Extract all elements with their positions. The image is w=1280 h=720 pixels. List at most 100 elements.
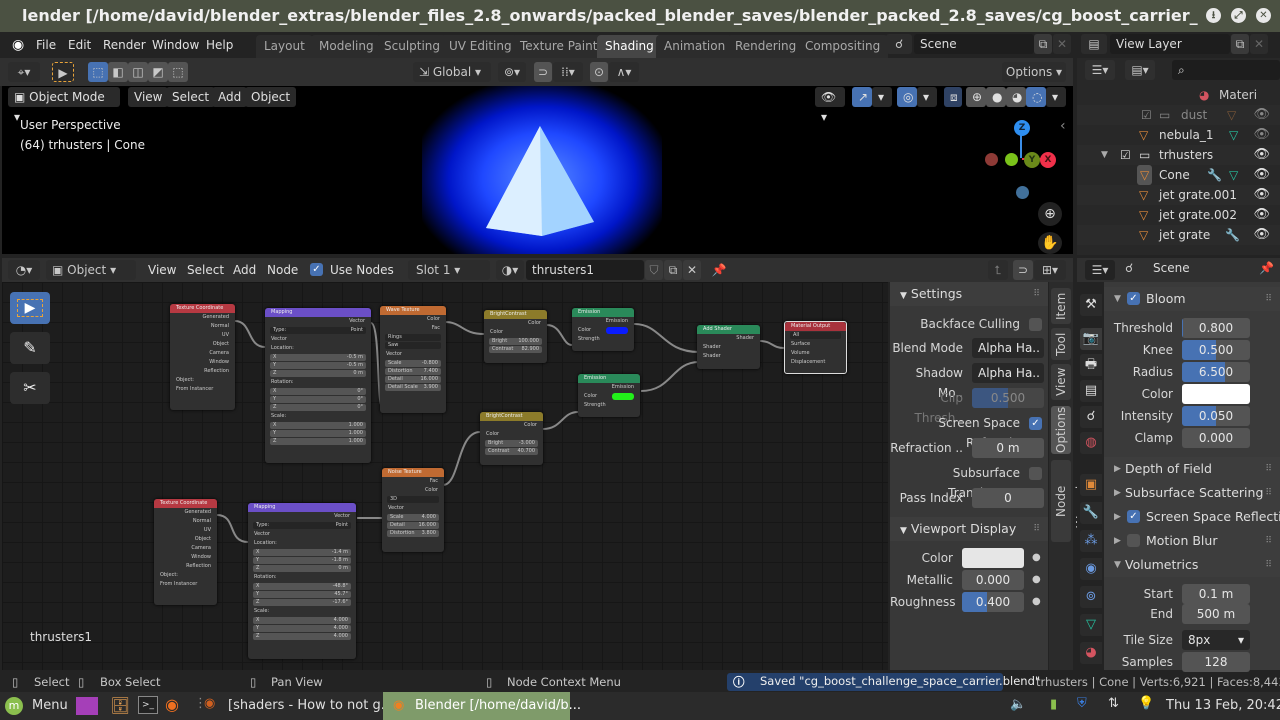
keyframe-dot-icon[interactable]: ● [1032, 570, 1041, 590]
node-texture-coordinate-2[interactable]: Texture Coordinate Generated Normal UV O… [154, 499, 217, 605]
gizmo-neg-x-handle[interactable] [985, 153, 998, 166]
network-icon[interactable]: ⇅ [1108, 696, 1119, 711]
node-dropdown[interactable]: Rings [385, 334, 441, 341]
node-field[interactable]: 4.000 [334, 625, 348, 632]
menu-file[interactable]: File [36, 32, 56, 58]
node-field[interactable]: 16.000 [419, 522, 437, 529]
taskbar-blender-window[interactable]: ◉ Blender [/home/david/b... [383, 692, 581, 720]
node-field[interactable]: -17.6° [333, 599, 348, 606]
material-tab-icon[interactable]: ◕ [1080, 642, 1102, 664]
drag-handle-icon[interactable]: ⠿ [1265, 457, 1272, 481]
drag-handle-icon[interactable]: ⠿ [1265, 553, 1272, 577]
tool-tab-icon[interactable]: ⚒ [1080, 294, 1102, 316]
node-dropdown[interactable]: Saw [385, 342, 441, 349]
bloom-field-slider[interactable]: 0.050 [1182, 406, 1250, 426]
fake-user-shield-icon[interactable]: ⛉ [645, 260, 663, 280]
mint-menu-icon[interactable]: m [5, 697, 23, 715]
volumetrics-panel-header[interactable]: ▼ Volumetrics ⠿ [1104, 553, 1280, 577]
tool-annotate-icon[interactable]: ✎ [10, 332, 50, 364]
drag-handle-icon[interactable]: ⠿ [1033, 517, 1040, 541]
node-noise-texture[interactable]: Noise Texture Fac Color 3D Vector Scale 4… [382, 468, 444, 552]
node-field[interactable]: 0 m [338, 565, 348, 572]
outliner-row[interactable]: ▽ jet grate 🔧 👁 [1077, 225, 1280, 245]
sidebar-expand-icon[interactable]: ‹ [1060, 118, 1066, 134]
subsurface-scattering-panel-header[interactable]: ▶ Subsurface Scattering ⠿ [1104, 481, 1280, 505]
node-field[interactable]: 0° [357, 396, 363, 403]
viewport-display-panel-header[interactable]: ▼ Viewport Display ⠿ [890, 517, 1048, 541]
eye-icon[interactable]: 👁 [1253, 105, 1270, 125]
bloom-field-slider[interactable]: 6.500 [1182, 362, 1250, 382]
tab-compositing[interactable]: Compositing [797, 35, 889, 58]
outliner-row[interactable]: ▽ jet grate.002 👁 [1077, 205, 1280, 225]
node-field[interactable]: 7.400 [424, 368, 438, 375]
outliner-display-mode-icon[interactable]: ☰▾ [1085, 60, 1115, 80]
select-intersect-icon[interactable]: ⬚ [168, 62, 188, 82]
shading-material-icon[interactable]: ◕ [1006, 87, 1026, 107]
sidebar-tab-tool[interactable]: Tool [1051, 328, 1071, 360]
material-browse-icon[interactable]: ◑▾ [496, 260, 524, 280]
cone-object[interactable] [482, 124, 602, 239]
outliner-row[interactable]: ◕ Materi [1077, 85, 1280, 105]
node-wave-texture[interactable]: Wave Texture Color Fac Rings Saw Vector … [380, 306, 446, 413]
select-extend-icon[interactable]: ◧ [108, 62, 128, 82]
checkbox-icon[interactable]: ☑ [1141, 105, 1152, 125]
roughness-slider[interactable]: 0.400 [962, 592, 1024, 612]
tool-cut-links-icon[interactable]: ✂ [10, 372, 50, 404]
node-field[interactable]: -1.4 m [332, 549, 348, 556]
node-dropdown[interactable]: 3D [387, 496, 439, 503]
settings-panel-header[interactable]: ▼ Settings ⠿ [890, 282, 1048, 306]
node-field[interactable]: 0 m [353, 370, 363, 377]
node-field[interactable]: 40.700 [518, 448, 536, 455]
ne-menu-select[interactable]: Select [187, 258, 224, 284]
node-bright-contrast[interactable]: BrightContrast Color Color Bright 100.000… [484, 310, 547, 363]
editor-type-icon[interactable]: ⌖▾ [8, 62, 40, 82]
emission-color-swatch[interactable] [606, 327, 628, 334]
overlays-dropdown-icon[interactable]: ▾ [917, 87, 937, 107]
particles-tab-icon[interactable]: ⁂ [1080, 530, 1102, 552]
node-field[interactable]: 3.900 [424, 384, 438, 391]
node-field[interactable]: 45.7° [334, 591, 348, 598]
select-new-icon[interactable]: ⬚ [88, 62, 108, 82]
checkbox-icon[interactable]: ☑ [1120, 145, 1131, 165]
blend-mode-dropdown[interactable]: Alpha Ha.. ▾ [972, 338, 1044, 358]
shader-type-dropdown[interactable]: ▣ Object ▾ [46, 260, 136, 280]
bloom-field-slider[interactable]: 0.500 [1182, 340, 1250, 360]
gizmo-dropdown-icon[interactable]: ▾ [872, 87, 892, 107]
object-tab-icon[interactable]: ▣ [1080, 474, 1102, 496]
depth-of-field-panel-header[interactable]: ▶ Depth of Field ⠿ [1104, 457, 1280, 481]
view-layer-tab-icon[interactable]: ▤ [1080, 380, 1102, 402]
tab-texture-paint[interactable]: Texture Paint [512, 35, 606, 58]
motion-blur-checkbox[interactable] [1127, 534, 1140, 547]
drag-handle-icon[interactable]: ⠿ [1265, 529, 1272, 553]
delete-view-layer-icon[interactable]: ✕ [1250, 34, 1268, 54]
pan-view-hand-icon[interactable]: ✋ [1038, 232, 1062, 254]
expand-arrow-icon[interactable]: ▼ [1101, 145, 1108, 165]
viewport-color-swatch[interactable] [962, 548, 1024, 568]
clock[interactable]: Thu 13 Feb, 20:42 [1166, 698, 1280, 713]
node-field[interactable]: 4.000 [334, 617, 348, 624]
update-shield-icon[interactable]: ⛨ [1077, 696, 1087, 711]
node-material-output[interactable]: Material Output All Surface Volume Displ… [784, 321, 847, 374]
constraints-tab-icon[interactable]: ⊚ [1080, 586, 1102, 608]
node-field[interactable]: -3.000 [519, 440, 535, 447]
outliner-row[interactable]: ▽ nebula_1 ▽ 👁 [1077, 125, 1280, 145]
node-snap-icon[interactable]: ⊃ [1013, 260, 1033, 280]
shading-dropdown-icon[interactable]: ▾ [1046, 87, 1066, 107]
drag-handle-icon[interactable]: ⠿ [1265, 481, 1272, 505]
gizmo-y-handle[interactable]: Y [1024, 152, 1040, 168]
emission-color-swatch[interactable] [612, 393, 634, 400]
node-field[interactable]: 16.000 [421, 376, 439, 383]
node-field[interactable]: 3.800 [422, 530, 436, 537]
firefox-icon[interactable]: ◉ [165, 695, 179, 714]
vol-samples-field[interactable]: 128 [1182, 652, 1250, 672]
terminal-icon[interactable]: >_ [138, 696, 158, 714]
options-dropdown[interactable]: Options ▾ [1002, 62, 1066, 82]
bloom-field-slider[interactable] [1182, 384, 1250, 404]
node-field[interactable]: 0° [357, 388, 363, 395]
eye-icon[interactable]: 👁 [1253, 145, 1270, 165]
menu-window[interactable]: Window [152, 32, 199, 58]
ssr-checkbox[interactable]: ✓ [1127, 510, 1140, 523]
keyframe-dot-icon[interactable]: ● [1032, 548, 1041, 568]
node-field[interactable]: 100.000 [518, 338, 539, 345]
node-type-dropdown[interactable]: Point [336, 522, 348, 529]
